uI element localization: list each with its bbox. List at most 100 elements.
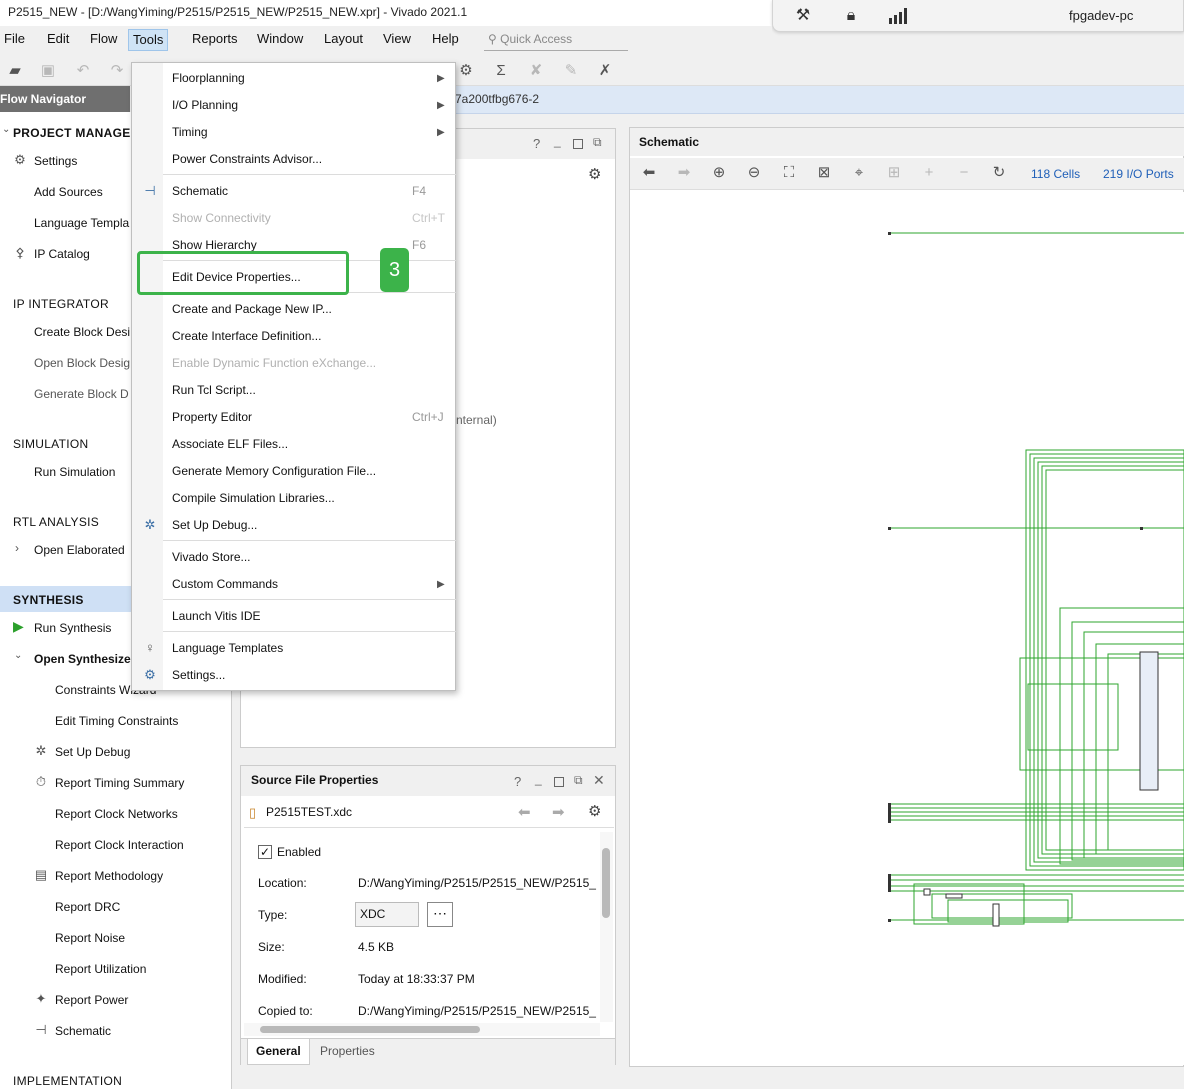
crosshair-icon[interactable]: ⌖ [848, 162, 870, 184]
menu-item-property-editor[interactable]: Property Editor [172, 410, 252, 424]
section-simulation[interactable]: SIMULATION [13, 437, 88, 451]
menu-layout[interactable]: Layout [320, 31, 367, 46]
forward-arrow-icon[interactable]: ➡ [673, 162, 695, 184]
help-icon[interactable]: ? [533, 136, 540, 151]
nav-open-synthesized[interactable]: Open Synthesize [34, 652, 131, 666]
signal-bars-icon[interactable] [889, 8, 911, 24]
nav-open-elaborated[interactable]: Open Elaborated [34, 543, 125, 557]
menu-reports[interactable]: Reports [188, 31, 242, 46]
zoom-in-icon[interactable]: ⊕ [708, 162, 730, 184]
menu-item-associate-elf[interactable]: Associate ELF Files... [172, 437, 288, 451]
nav-report-power[interactable]: Report Power [55, 993, 128, 1007]
io-ports-count-link[interactable]: 219 I/O Ports [1103, 167, 1174, 181]
gear-icon[interactable]: ⚙ [455, 60, 477, 82]
menu-item-show-connectivity[interactable]: Show Connectivity [172, 211, 271, 225]
nav-language-templates[interactable]: Language Templa [34, 216, 129, 230]
nav-report-noise[interactable]: Report Noise [55, 931, 125, 945]
minimize-icon[interactable]: _ [535, 772, 542, 786]
maximize-icon[interactable] [554, 777, 564, 787]
nav-report-clock-interaction[interactable]: Report Clock Interaction [55, 838, 184, 852]
menu-tools[interactable]: Tools [128, 29, 169, 51]
menu-item-show-hierarchy[interactable]: Show Hierarchy [172, 238, 257, 252]
quick-access-search[interactable]: ⚲ Quick Access [484, 29, 628, 51]
nav-report-clock-networks[interactable]: Report Clock Networks [55, 807, 178, 821]
type-field[interactable]: XDC [355, 902, 419, 927]
minimize-icon[interactable]: _ [554, 134, 561, 148]
zoom-out-icon[interactable]: ⊖ [743, 162, 765, 184]
scrollbar-thumb[interactable] [260, 1026, 480, 1033]
chevron-right-icon[interactable]: › [15, 541, 19, 555]
open-project-icon[interactable]: ▰ [4, 60, 26, 82]
lock-icon[interactable]: 🔒︎ [841, 6, 861, 26]
section-synthesis[interactable]: SYNTHESIS [13, 593, 84, 607]
menu-item-floorplanning[interactable]: Floorplanning [172, 71, 245, 85]
menu-item-enable-dfx[interactable]: Enable Dynamic Function eXchange... [172, 356, 376, 370]
float-icon[interactable]: ⧉ [593, 135, 602, 150]
tools-crossed-icon[interactable]: ⚒ [793, 6, 813, 26]
section-rtl-analysis[interactable]: RTL ANALYSIS [13, 515, 99, 529]
cells-count-link[interactable]: 118 Cells [1031, 167, 1080, 181]
tab-general[interactable]: General [247, 1039, 310, 1065]
horizontal-scrollbar[interactable] [244, 1023, 600, 1036]
schematic-drawing[interactable] [632, 192, 1184, 1065]
nav-report-utilization[interactable]: Report Utilization [55, 962, 146, 976]
menu-window[interactable]: Window [253, 31, 307, 46]
back-arrow-icon[interactable]: ⬅ [638, 162, 660, 184]
zoom-fit-icon[interactable]: ⛶ [778, 162, 800, 184]
expand-icon[interactable]: + [918, 162, 940, 184]
help-icon[interactable]: ? [514, 774, 521, 789]
sigma-icon[interactable]: Σ [490, 60, 512, 82]
maximize-icon[interactable] [573, 139, 583, 149]
scrollbar-thumb[interactable] [602, 848, 610, 918]
nav-run-synthesis[interactable]: Run Synthesis [34, 621, 111, 635]
menu-item-timing[interactable]: Timing [172, 125, 208, 139]
section-project-manager[interactable]: PROJECT MANAGER [13, 126, 140, 140]
nav-edit-timing-constraints[interactable]: Edit Timing Constraints [55, 714, 178, 728]
menu-item-compile-sim-libraries[interactable]: Compile Simulation Libraries... [172, 491, 335, 505]
nav-open-block-design[interactable]: Open Block Desig [34, 356, 130, 370]
nav-generate-block-design[interactable]: Generate Block D [34, 387, 129, 401]
section-ip-integrator[interactable]: IP INTEGRATOR [13, 297, 109, 311]
zoom-area-icon[interactable]: ⊠ [813, 162, 835, 184]
chevron-down-icon[interactable]: ⌄ [14, 650, 22, 661]
debug-cross-icon[interactable]: ✘ [525, 60, 547, 82]
menu-flow[interactable]: Flow [86, 31, 121, 46]
menu-item-io-planning[interactable]: I/O Planning [172, 98, 238, 112]
nav-schematic[interactable]: Schematic [55, 1024, 111, 1038]
menu-item-language-templates[interactable]: Language Templates [172, 641, 283, 655]
menu-item-run-tcl-script[interactable]: Run Tcl Script... [172, 383, 256, 397]
nav-report-timing-summary[interactable]: Report Timing Summary [55, 776, 184, 790]
menu-view[interactable]: View [379, 31, 415, 46]
undo-icon[interactable]: ↶ [72, 60, 94, 82]
vertical-scrollbar[interactable] [600, 832, 613, 1022]
menu-item-schematic[interactable]: Schematic [172, 184, 228, 198]
menu-file[interactable]: File [0, 31, 29, 46]
tab-properties[interactable]: Properties [320, 1044, 375, 1058]
section-implementation[interactable]: IMPLEMENTATION [13, 1074, 122, 1088]
nav-settings[interactable]: Settings [34, 154, 77, 168]
forward-arrow-icon[interactable]: ➡ [552, 803, 565, 821]
type-browse-button[interactable]: ⋯ [427, 902, 453, 927]
menu-item-create-package-ip[interactable]: Create and Package New IP... [172, 302, 332, 316]
menu-item-vivado-store[interactable]: Vivado Store... [172, 550, 251, 564]
nav-report-methodology[interactable]: Report Methodology [55, 869, 163, 883]
pen-icon[interactable]: ✎ [560, 60, 582, 82]
nav-set-up-debug[interactable]: Set Up Debug [55, 745, 130, 759]
float-icon[interactable]: ⧉ [574, 773, 583, 788]
enabled-checkbox[interactable]: ✓ [258, 845, 272, 859]
gear-icon[interactable]: ⚙ [588, 802, 601, 820]
nav-create-block-design[interactable]: Create Block Desi [34, 325, 130, 339]
menu-item-custom-commands[interactable]: Custom Commands [172, 577, 278, 591]
nav-ip-catalog[interactable]: IP Catalog [34, 247, 90, 261]
close-icon[interactable]: ✕ [593, 772, 605, 789]
chevron-down-icon[interactable]: ⌄ [2, 124, 10, 135]
nav-add-sources[interactable]: Add Sources [34, 185, 103, 199]
collapse-icon[interactable]: − [953, 162, 975, 184]
menu-item-set-up-debug[interactable]: Set Up Debug... [172, 518, 257, 532]
cell-icon[interactable]: ⊞ [883, 162, 905, 184]
schematic-canvas[interactable] [632, 192, 1184, 1065]
menu-item-create-interface-definition[interactable]: Create Interface Definition... [172, 329, 321, 343]
refresh-icon[interactable]: ↻ [988, 162, 1010, 184]
menu-item-power-constraints-advisor[interactable]: Power Constraints Advisor... [172, 152, 322, 166]
menu-item-generate-memory-config[interactable]: Generate Memory Configuration File... [172, 464, 376, 478]
